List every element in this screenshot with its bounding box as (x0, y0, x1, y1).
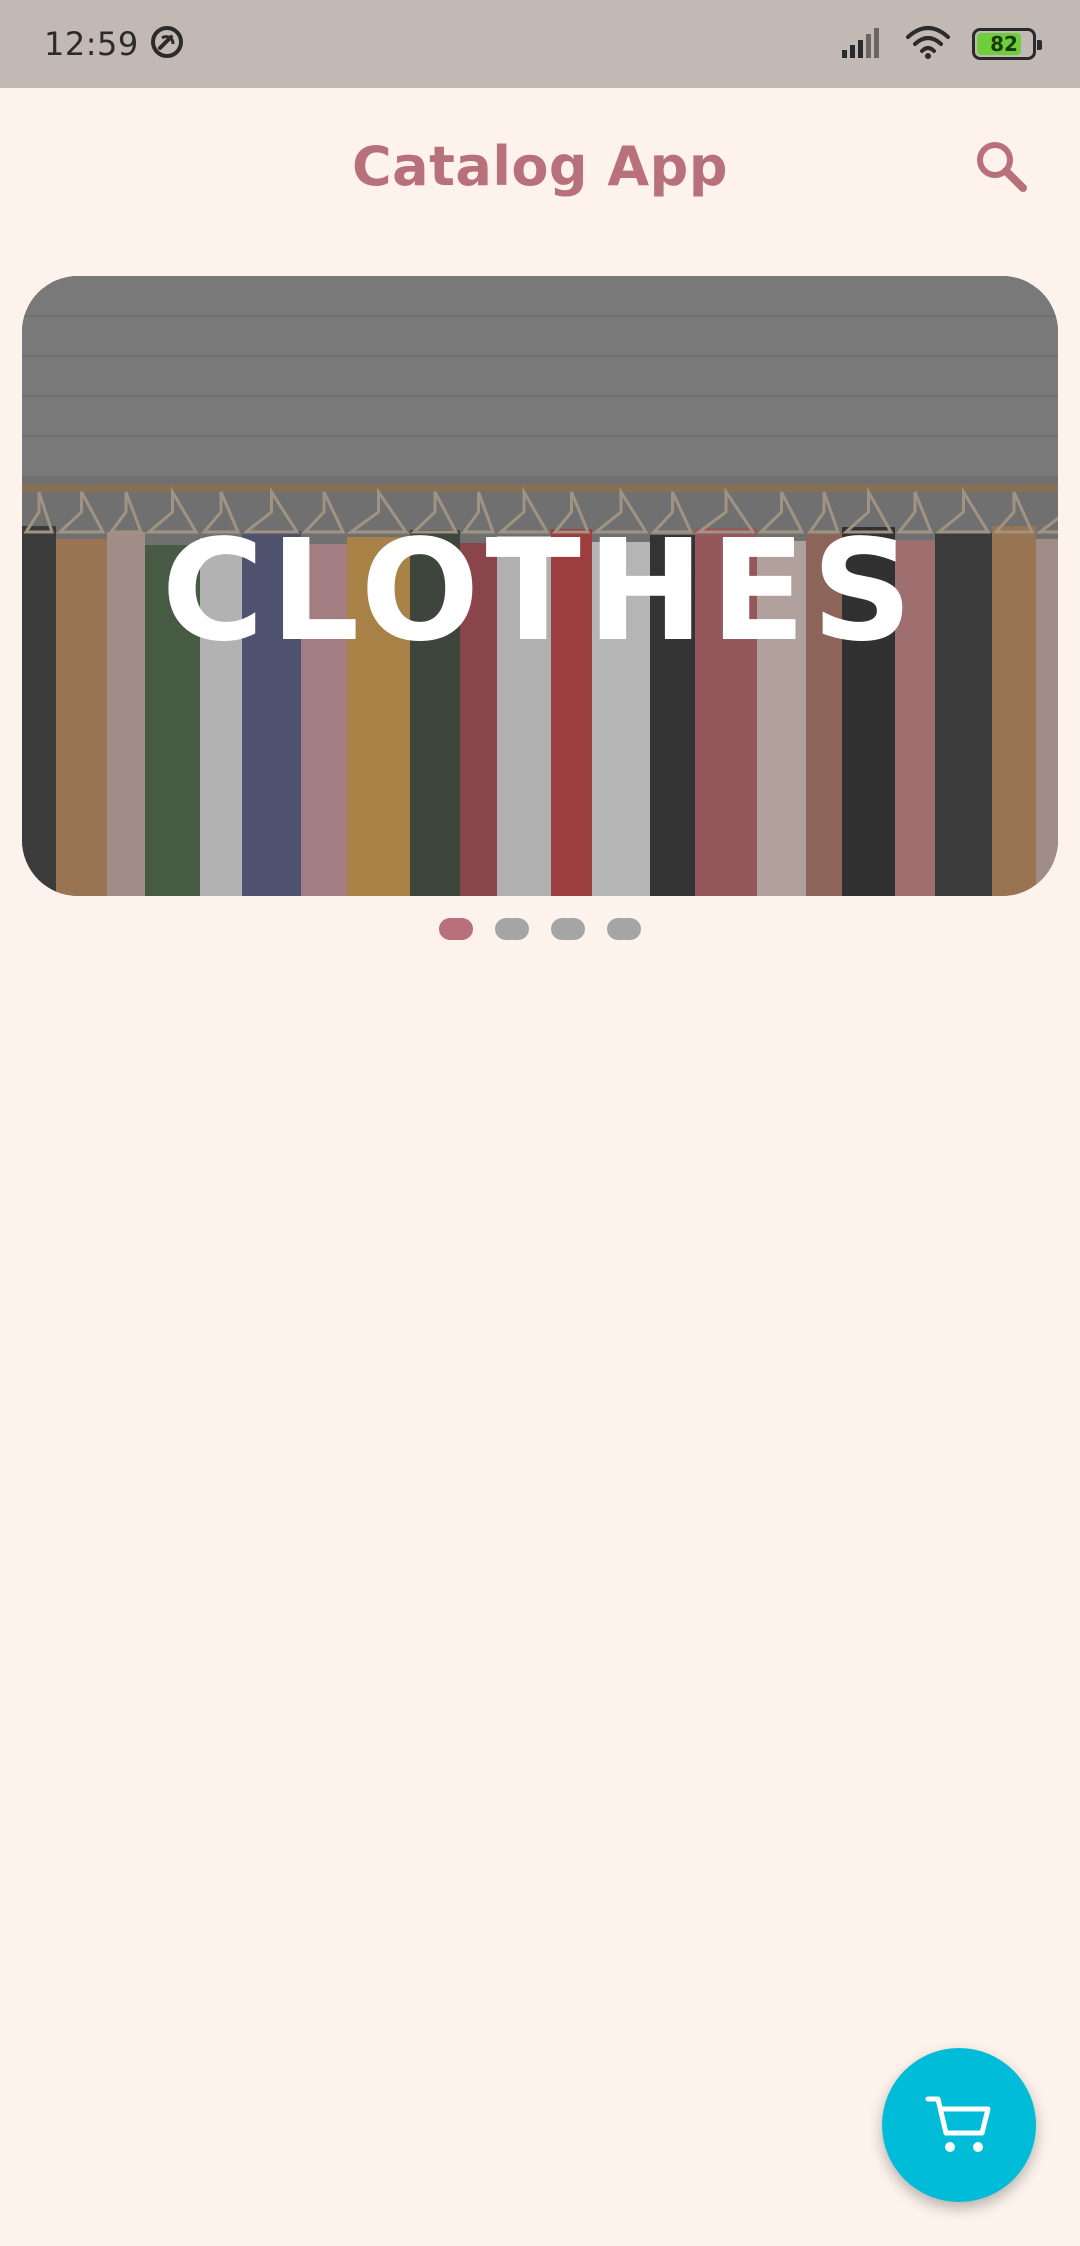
app-bar: Catalog App (0, 88, 1080, 244)
status-left: 12:59 (44, 24, 185, 64)
search-button[interactable] (966, 131, 1036, 201)
carousel-dot[interactable] (607, 918, 641, 940)
carousel-page-indicator (0, 918, 1080, 940)
app-title: Catalog App (352, 134, 728, 198)
cart-button[interactable] (882, 2048, 1036, 2202)
carousel-dot[interactable] (495, 918, 529, 940)
search-icon (977, 142, 1027, 192)
app-screen: 12:59 82 Catalog App CLOTHES (0, 0, 1080, 2246)
signal-icon (840, 26, 884, 62)
carousel-slide-label: CLOTHES (161, 509, 919, 673)
sync-status-icon (149, 24, 185, 64)
carousel-dot[interactable] (551, 918, 585, 940)
category-carousel[interactable]: CLOTHES (22, 276, 1058, 896)
cart-icon (925, 2096, 991, 2152)
carousel-dot[interactable] (439, 918, 473, 940)
status-bar: 12:59 82 (0, 0, 1080, 88)
status-right: 82 (840, 25, 1042, 63)
wifi-icon (906, 25, 950, 63)
battery-tip (1037, 40, 1042, 50)
battery-level: 82 (990, 32, 1018, 56)
battery-icon: 82 (972, 28, 1042, 60)
status-time: 12:59 (44, 25, 139, 63)
